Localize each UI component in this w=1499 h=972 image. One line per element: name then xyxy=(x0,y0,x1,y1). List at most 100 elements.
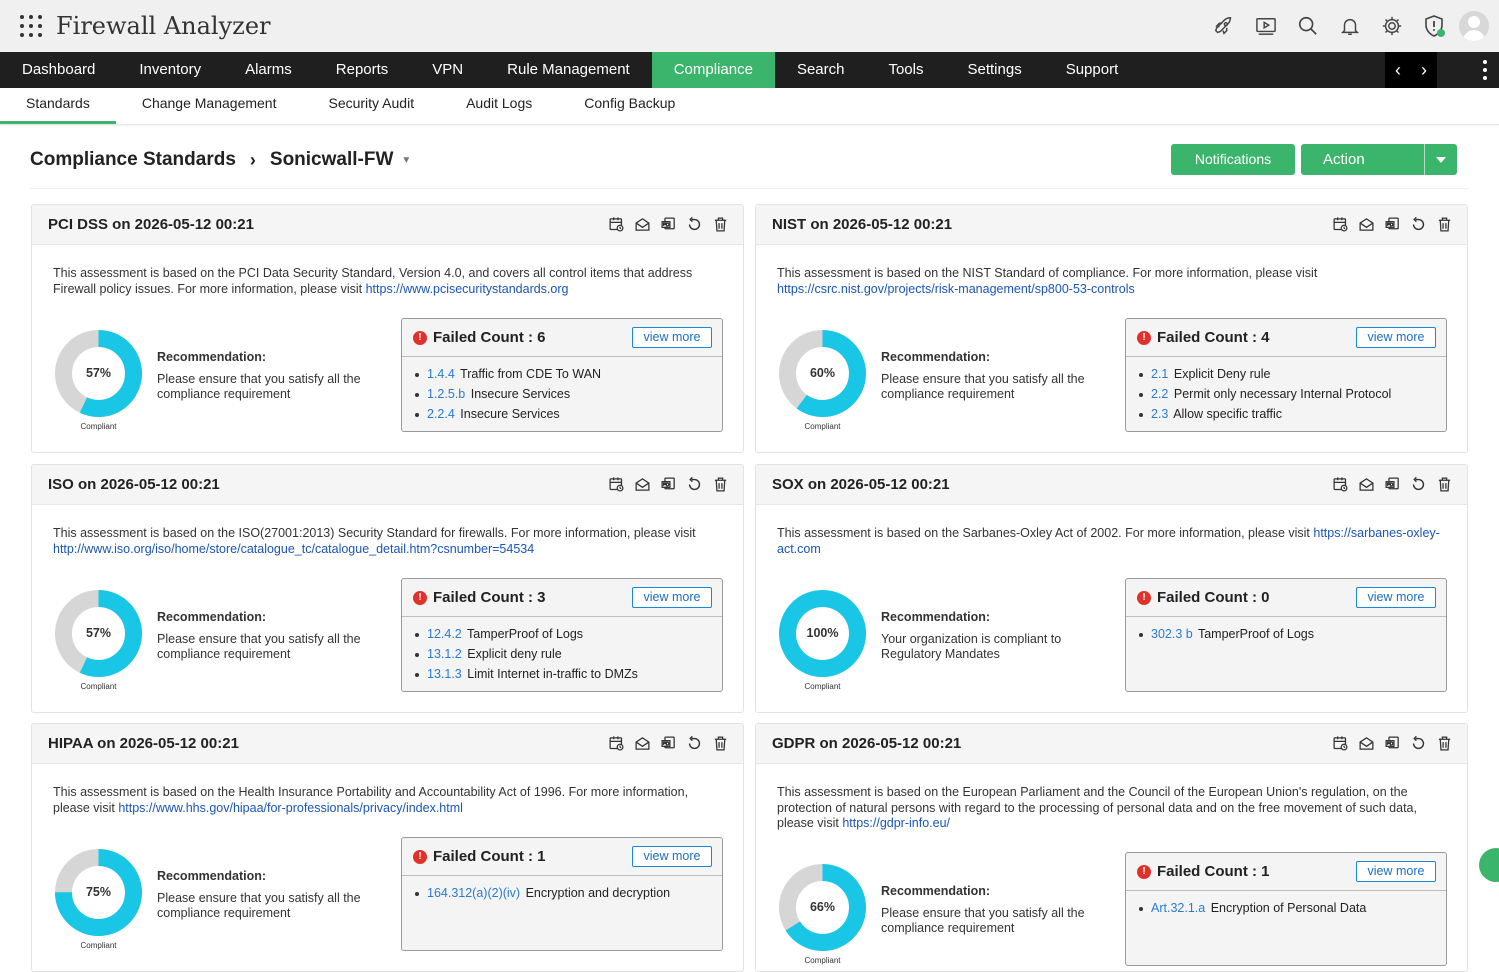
rule-code-link[interactable]: Art.32.1.a xyxy=(1151,901,1205,915)
refresh-icon[interactable] xyxy=(684,474,705,495)
notifications-button[interactable]: Notifications xyxy=(1171,144,1295,175)
reference-link[interactable]: http://www.iso.org/iso/home/store/catalo… xyxy=(53,542,534,556)
compliance-percent: 75% xyxy=(85,885,112,899)
nav-vpn[interactable]: VPN xyxy=(410,52,485,88)
email-icon[interactable] xyxy=(632,214,653,235)
rule-code-link[interactable]: 1.2.5.b xyxy=(427,387,465,401)
rule-code-link[interactable]: 302.3 b xyxy=(1151,627,1193,641)
export-pdf-icon[interactable] xyxy=(1382,474,1403,495)
chevron-right-icon[interactable]: › xyxy=(1421,60,1427,81)
refresh-icon[interactable] xyxy=(1408,733,1429,754)
chat-icon[interactable] xyxy=(1479,848,1499,882)
schedule-icon[interactable] xyxy=(1330,733,1351,754)
nav-rule-management[interactable]: Rule Management xyxy=(485,52,652,88)
bell-icon[interactable] xyxy=(1329,10,1371,42)
rule-code-link[interactable]: 12.4.2 xyxy=(427,627,462,641)
more-menu-icon[interactable] xyxy=(1481,60,1489,80)
delete-icon[interactable] xyxy=(710,733,731,754)
rule-code-link[interactable]: 164.312(a)(2)(iv) xyxy=(427,886,520,900)
caret-down-icon[interactable]: ▼ xyxy=(401,155,411,166)
export-pdf-icon[interactable] xyxy=(1382,214,1403,235)
refresh-icon[interactable] xyxy=(684,214,705,235)
reference-link[interactable]: https://csrc.nist.gov/projects/risk-mana… xyxy=(777,282,1135,296)
refresh-icon[interactable] xyxy=(1408,474,1429,495)
rule-code-link[interactable]: 2.2 xyxy=(1151,387,1168,401)
reference-link[interactable]: https://gdpr-info.eu/ xyxy=(842,816,950,830)
email-icon[interactable] xyxy=(1356,474,1377,495)
delete-icon[interactable] xyxy=(1434,214,1455,235)
dropdown-arrow-icon[interactable] xyxy=(1424,144,1457,175)
nav-tools[interactable]: Tools xyxy=(866,52,945,88)
view-more-button[interactable]: view more xyxy=(632,587,712,608)
rule-text: Traffic from CDE To WAN xyxy=(460,367,602,381)
recommendation: Recommendation: Your organization is com… xyxy=(881,610,1096,663)
action-button[interactable]: Action xyxy=(1301,144,1457,175)
failed-count-box: ! Failed Count : 3 view more 12.4.2 Tamp… xyxy=(401,578,723,692)
card-header: PCI DSS on 2026-05-12 00:21 xyxy=(32,205,743,245)
view-more-button[interactable]: view more xyxy=(632,327,712,348)
delete-icon[interactable] xyxy=(1434,474,1455,495)
schedule-icon[interactable] xyxy=(606,214,627,235)
rule-code-link[interactable]: 13.1.2 xyxy=(427,647,462,661)
view-more-button[interactable]: view more xyxy=(1356,327,1436,348)
nav-settings[interactable]: Settings xyxy=(946,52,1044,88)
alert-icon: ! xyxy=(413,591,427,605)
subnav-security-audit[interactable]: Security Audit xyxy=(302,87,440,124)
schedule-icon[interactable] xyxy=(1330,214,1351,235)
video-icon[interactable] xyxy=(1245,10,1287,42)
nav-alarms[interactable]: Alarms xyxy=(223,52,314,88)
shield-icon[interactable] xyxy=(1413,10,1455,42)
nav-search[interactable]: Search xyxy=(775,52,867,88)
nav-dashboard[interactable]: Dashboard xyxy=(0,52,117,88)
rocket-icon[interactable] xyxy=(1203,10,1245,42)
recommendation-title: Recommendation: xyxy=(881,884,991,898)
nav-reports[interactable]: Reports xyxy=(314,52,411,88)
refresh-icon[interactable] xyxy=(1408,214,1429,235)
schedule-icon[interactable] xyxy=(606,733,627,754)
export-pdf-icon[interactable] xyxy=(658,474,679,495)
compliance-card: HIPAA on 2026-05-12 00:21 This assessmen… xyxy=(31,723,744,972)
view-more-button[interactable]: view more xyxy=(632,846,712,867)
breadcrumb-root[interactable]: Compliance Standards xyxy=(30,149,236,171)
subnav-standards[interactable]: Standards xyxy=(0,87,116,124)
reference-link[interactable]: https://www.pcisecuritystandards.org xyxy=(366,282,569,296)
rule-code-link[interactable]: 2.2.4 xyxy=(427,407,455,421)
failed-count-header: ! Failed Count : 0 view more xyxy=(1126,579,1446,617)
delete-icon[interactable] xyxy=(710,214,731,235)
subnav-change-management[interactable]: Change Management xyxy=(116,87,303,124)
rule-code-link[interactable]: 1.4.4 xyxy=(427,367,455,381)
delete-icon[interactable] xyxy=(710,474,731,495)
subnav-config-backup[interactable]: Config Backup xyxy=(558,87,701,124)
gear-icon[interactable] xyxy=(1371,10,1413,42)
card-header: SOX on 2026-05-12 00:21 xyxy=(756,465,1467,505)
subnav-audit-logs[interactable]: Audit Logs xyxy=(440,87,558,124)
export-pdf-icon[interactable] xyxy=(658,733,679,754)
email-icon[interactable] xyxy=(632,474,653,495)
delete-icon[interactable] xyxy=(1434,733,1455,754)
app-grid-icon[interactable] xyxy=(20,15,42,37)
schedule-icon[interactable] xyxy=(606,474,627,495)
refresh-icon[interactable] xyxy=(684,733,705,754)
reference-link[interactable]: https://www.hhs.gov/hipaa/for-profession… xyxy=(118,801,463,815)
rule-code-link[interactable]: 13.1.3 xyxy=(427,667,462,681)
nav-support[interactable]: Support xyxy=(1044,52,1141,88)
schedule-icon[interactable] xyxy=(1330,474,1351,495)
export-pdf-icon[interactable] xyxy=(658,214,679,235)
export-pdf-icon[interactable] xyxy=(1382,733,1403,754)
failed-count-box: ! Failed Count : 4 view more 2.1 Explici… xyxy=(1125,318,1447,432)
rule-text: TamperProof of Logs xyxy=(1197,627,1315,641)
rule-code-link[interactable]: 2.3 xyxy=(1151,407,1168,421)
nav-inventory[interactable]: Inventory xyxy=(117,52,223,88)
rule-code-link[interactable]: 2.1 xyxy=(1151,367,1168,381)
email-icon[interactable] xyxy=(1356,214,1377,235)
device-selector[interactable]: Sonicwall-FW xyxy=(270,149,394,171)
user-avatar-icon[interactable] xyxy=(1459,11,1489,41)
search-icon[interactable] xyxy=(1287,10,1329,42)
view-more-button[interactable]: view more xyxy=(1356,587,1436,608)
email-icon[interactable] xyxy=(1356,733,1377,754)
chevron-left-icon[interactable]: ‹ xyxy=(1395,60,1401,81)
email-icon[interactable] xyxy=(632,733,653,754)
nav-compliance[interactable]: Compliance xyxy=(651,52,775,88)
recommendation: Recommendation: Please ensure that you s… xyxy=(157,610,372,663)
view-more-button[interactable]: view more xyxy=(1356,861,1436,882)
